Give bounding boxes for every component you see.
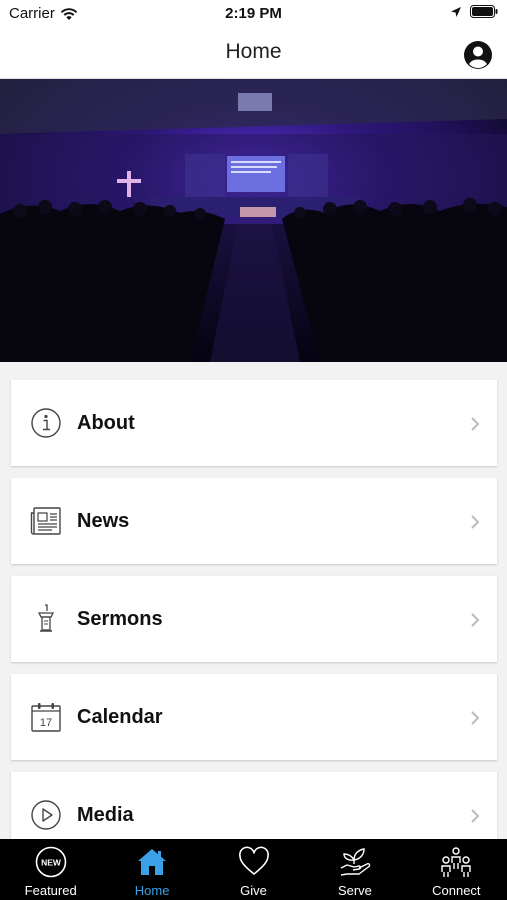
- calendar-day-text: 17: [40, 717, 52, 729]
- status-bar: Carrier 2:19 PM: [0, 0, 507, 28]
- menu-list: About News Sermons 17 Calendar Media: [0, 362, 507, 839]
- menu-item-label: News: [77, 510, 130, 532]
- chevron-right-icon: [471, 613, 480, 627]
- sanctuary-illustration: [0, 79, 507, 362]
- menu-item-calendar[interactable]: 17 Calendar: [11, 674, 497, 760]
- menu-item-news[interactable]: News: [11, 478, 497, 564]
- new-badge-icon: NEW: [35, 846, 67, 878]
- new-badge-text: NEW: [41, 858, 62, 868]
- tab-home[interactable]: Home: [101, 839, 202, 900]
- newspaper-icon: [30, 507, 61, 535]
- menu-item-label: Calendar: [77, 706, 163, 728]
- home-icon: [138, 849, 167, 875]
- tab-bar: NEW Featured Home Give Serve Connect: [0, 839, 507, 900]
- group-icon: [441, 847, 472, 877]
- tab-featured[interactable]: NEW Featured: [0, 839, 101, 900]
- tab-connect[interactable]: Connect: [406, 839, 507, 900]
- status-time: 2:19 PM: [225, 5, 282, 22]
- play-icon: [31, 800, 61, 830]
- tab-label: Give: [240, 883, 267, 898]
- tab-label: Home: [134, 883, 170, 898]
- navigation-bar: Home: [0, 28, 507, 79]
- menu-item-sermons[interactable]: Sermons: [11, 576, 497, 662]
- location-arrow-icon: [451, 6, 461, 17]
- menu-item-media[interactable]: Media: [11, 772, 497, 839]
- menu-item-label: About: [77, 412, 135, 434]
- tab-label: Featured: [24, 883, 77, 898]
- chevron-right-icon: [471, 711, 480, 725]
- tab-give[interactable]: Give: [203, 839, 304, 900]
- tab-label: Connect: [432, 883, 481, 898]
- chevron-right-icon: [471, 515, 480, 529]
- menu-item-about[interactable]: About: [11, 380, 497, 466]
- heart-icon: [238, 846, 269, 875]
- menu-item-label: Sermons: [77, 608, 163, 630]
- pulpit-icon: [37, 604, 55, 632]
- battery-icon: [470, 5, 498, 18]
- tab-label: Serve: [337, 883, 372, 898]
- calendar-icon: 17: [31, 703, 61, 732]
- page-title: Home: [225, 40, 282, 63]
- helping-hand-icon: [340, 848, 371, 876]
- chevron-right-icon: [471, 809, 480, 823]
- chevron-right-icon: [471, 417, 480, 431]
- hero-image: [0, 79, 507, 362]
- profile-icon[interactable]: [463, 40, 493, 70]
- info-icon: [31, 408, 61, 438]
- menu-item-label: Media: [77, 804, 134, 826]
- status-right: [450, 5, 498, 18]
- tab-serve[interactable]: Serve: [304, 839, 405, 900]
